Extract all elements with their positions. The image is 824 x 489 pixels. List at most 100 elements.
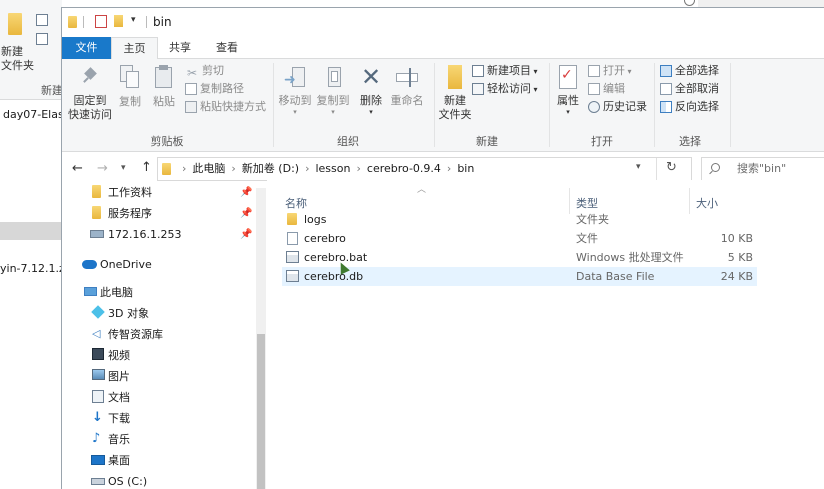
network-drive-icon [90,230,104,238]
column-header-type[interactable]: 类型 [576,195,598,211]
nav-item-videos[interactable]: 视频 [62,345,257,366]
nav-item-quick-access[interactable]: 服务程序 📌 [62,203,257,224]
nav-item-pictures[interactable]: 图片 [62,366,257,387]
navigation-pane: 工作资料 📌 服务程序 📌 172.16.1.253 📌 OneDrive 此电… [62,185,267,489]
rename-button[interactable]: 重命名 [388,65,426,108]
nav-item-label: 3D 对象 [108,307,149,320]
history-label: 历史记录 [603,100,647,113]
tab-view[interactable]: 查看 [202,37,252,59]
file-row[interactable]: cerebro.bat Windows 批处理文件 5 KB [282,248,757,267]
nav-item-desktop[interactable]: 桌面 [62,450,257,471]
move-to-label: 移动到 [278,94,312,107]
tab-share[interactable]: 共享 [158,37,202,59]
properties-dropdown-icon: ▾ [566,108,570,116]
scissors-icon: ✂ [186,66,198,80]
nav-item-quick-access[interactable]: 172.16.1.253 📌 [62,224,257,245]
copy-label: 复制 [119,95,141,108]
nav-item-label: 桌面 [108,454,130,467]
nav-item-os-c[interactable]: OS (C:) [62,471,257,489]
file-row[interactable]: cerebro 文件 10 KB [282,229,757,248]
nav-item-downloads[interactable]: ↓ 下载 [62,408,257,429]
properties-check-icon[interactable] [95,15,107,28]
open-button[interactable]: 打开 ▾ [588,62,632,80]
copy-to-dropdown-icon: ▾ [331,108,335,116]
back-button[interactable]: ← [72,161,83,176]
search-box[interactable]: 搜索"bin" [701,157,824,181]
delete-button[interactable]: ✕ 删除 ▾ [356,65,386,116]
forward-button[interactable]: → [97,161,108,176]
copy-button[interactable]: 复制 [114,65,146,109]
copy-path-button[interactable]: 复制路径 [185,80,244,98]
new-item-label: 新建项目 [487,64,531,77]
nav-item-music[interactable]: ♪ 音乐 [62,429,257,450]
cloud-icon [82,260,97,269]
history-icon [588,101,600,113]
file-row[interactable]: logs 文件夹 [282,210,757,229]
paste-shortcut-label: 粘贴快捷方式 [200,100,266,113]
copy-to-button[interactable]: 复制到 ▾ [314,65,352,116]
tab-home[interactable]: 主页 [111,37,158,60]
tab-file[interactable]: 文件 [62,37,111,59]
breadcrumb-bin[interactable]: bin [457,162,474,175]
column-header-size[interactable]: 大小 [696,195,718,211]
new-group-label: 新建 [476,135,498,148]
pin-icon[interactable]: 📌 [240,182,252,203]
background-file-item[interactable]: day07-Elast [3,108,68,121]
address-dropdown-button[interactable]: ▾ [636,162,641,172]
nav-item-onedrive[interactable]: OneDrive [62,254,257,275]
new-folder-button[interactable]: 新建 文件夹 [438,65,472,122]
move-to-dropdown-icon: ▾ [293,108,297,116]
nav-item-quick-access[interactable]: 工作资料 📌 [62,182,257,203]
up-button[interactable]: ↑ [141,160,152,175]
nav-item-documents[interactable]: 文档 [62,387,257,408]
nav-item-3d-objects[interactable]: 3D 对象 [62,303,257,324]
copy-to-icon [322,65,344,89]
select-group-label: 选择 [679,135,701,148]
properties-button[interactable]: ✓ 属性 ▾ [553,65,583,116]
select-all-button[interactable]: 全部选择 [660,62,719,80]
file-name: cerebro [304,232,346,245]
cut-button[interactable]: ✂ 剪切 [185,62,224,80]
background-new-folder-label[interactable]: 新建 文件夹 [1,45,41,73]
folder-icon [92,185,101,198]
invert-selection-button[interactable]: 反向选择 [660,98,719,116]
breadcrumb-drive-d[interactable]: 新加卷 (D:) [242,162,299,175]
background-zip-item[interactable]: yin-7.12.1.zi [0,262,68,275]
customize-toolbar-icon[interactable]: ▾ [131,15,136,25]
pin-icon[interactable]: 📌 [240,203,252,224]
video-icon [92,348,104,360]
edit-button[interactable]: 编辑 [588,80,625,98]
separator [83,16,84,28]
pin-icon [82,67,98,89]
paste-shortcut-button[interactable]: 粘贴快捷方式 [185,98,266,116]
pin-quick-access-button[interactable]: 固定到 快速访问 [65,65,115,122]
easy-access-button[interactable]: 轻松访问 ▾ [472,80,538,98]
nav-item-this-pc[interactable]: 此电脑 [62,282,257,303]
file-type: 文件夹 [576,213,609,226]
clipboard-group-label: 剪贴板 [150,135,184,148]
nav-scrollbar-thumb[interactable] [257,334,265,489]
sort-arrow-icon: ︿ [417,185,427,195]
breadcrumb-this-pc[interactable]: 此电脑 [192,162,225,175]
invert-selection-icon [660,101,672,113]
select-none-button[interactable]: 全部取消 [660,80,719,98]
column-header-name[interactable]: 名称 [285,195,307,211]
file-row-selected[interactable]: cerebro.db Data Base File 24 KB [282,267,757,286]
pin-icon[interactable]: 📌 [240,224,252,245]
history-button[interactable]: 历史记录 [588,98,647,116]
paste-button[interactable]: 粘贴 [148,65,180,109]
new-item-button[interactable]: 新建项目 ▾ [472,62,538,80]
breadcrumb-lesson[interactable]: lesson [315,162,350,175]
recent-locations-button[interactable]: ▾ [121,163,126,173]
move-to-button[interactable]: ➜ 移动到 ▾ [277,65,313,116]
breadcrumb-separator-icon: › [231,162,236,175]
breadcrumb-cerebro[interactable]: cerebro-0.9.4 [367,162,441,175]
properties-icon: ✓ [559,65,577,89]
quick-folder-icon[interactable] [114,15,123,27]
music-icon: ♪ [92,431,101,446]
select-none-icon [660,83,672,95]
address-bar[interactable]: › 此电脑 › 新加卷 (D:) › lesson › cerebro-0.9.4 › bin ▾… [157,157,692,181]
nav-item-share[interactable]: ◁ 传智资源库 [62,324,257,345]
refresh-icon[interactable]: ↻ [666,160,677,175]
background-close-icon[interactable] [684,0,695,6]
